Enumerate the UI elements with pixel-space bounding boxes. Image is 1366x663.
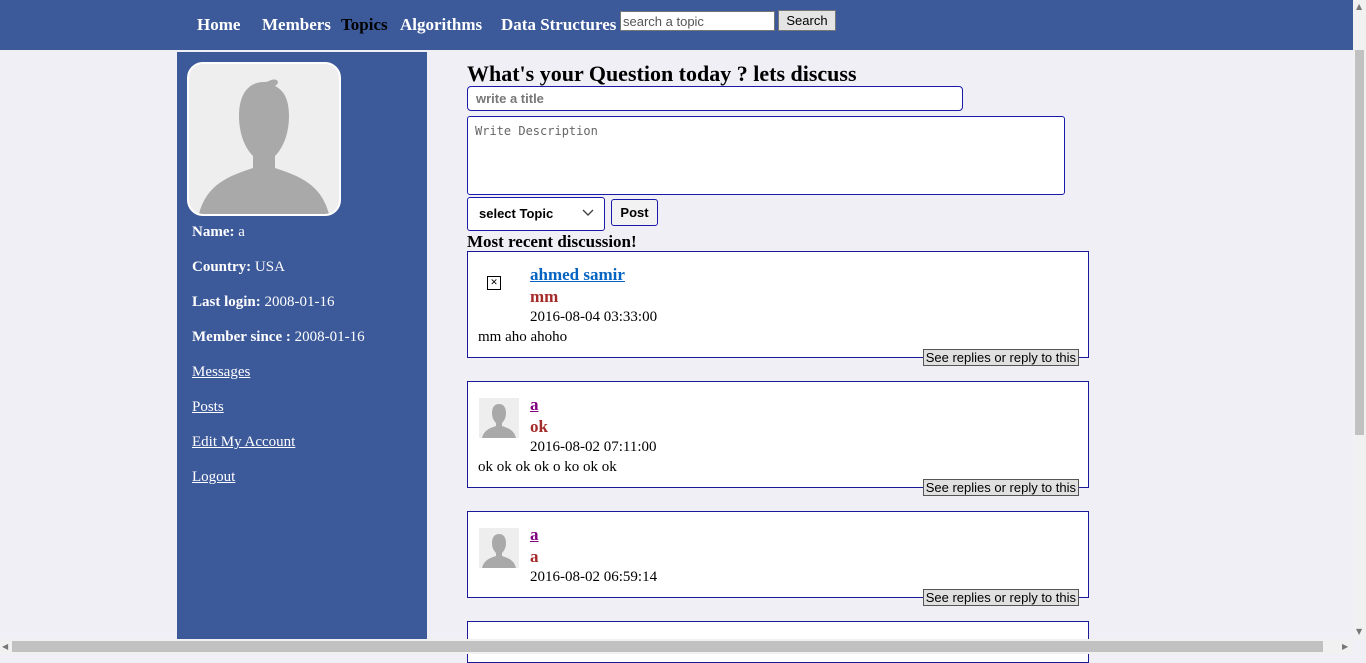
post-card: ✕ ahmed samir mm 2016-08-04 03:33:00 mm … xyxy=(467,251,1089,366)
reply-button[interactable]: See replies or reply to this xyxy=(922,349,1079,366)
horizontal-scroll-thumb[interactable] xyxy=(12,641,1323,652)
member-since-value: 2008-01-16 xyxy=(294,329,365,345)
post-body: ok ok ok ok o ko ok ok xyxy=(478,459,617,475)
scroll-right-arrow-icon[interactable]: ▶ xyxy=(1342,642,1348,651)
user-silhouette-icon xyxy=(479,528,519,568)
reply-button[interactable]: See replies or reply to this xyxy=(922,589,1079,606)
last-login-label: Last login: xyxy=(192,294,261,310)
search-input[interactable] xyxy=(620,11,775,31)
post-body: mm aho ahoho xyxy=(478,329,568,345)
country-label: Country: xyxy=(192,259,252,275)
topic-select[interactable]: select Topic xyxy=(467,197,605,231)
search-button[interactable]: Search xyxy=(778,10,836,31)
post-title: mm xyxy=(530,287,559,306)
profile-sidebar: Name: a Country: USA Last login: 2008-01… xyxy=(177,52,427,654)
logout-link[interactable]: Logout xyxy=(192,469,235,486)
broken-image-icon: ✕ xyxy=(487,276,501,290)
nav-algorithms[interactable]: Algorithms xyxy=(400,15,482,35)
profile-member-since: Member since : 2008-01-16 xyxy=(192,329,365,346)
post-button[interactable]: Post xyxy=(611,199,658,226)
user-silhouette-icon xyxy=(479,398,519,438)
member-since-label: Member since : xyxy=(192,329,291,345)
topic-select-value: select Topic xyxy=(479,206,554,221)
description-input[interactable] xyxy=(467,116,1065,195)
user-avatar xyxy=(187,62,341,216)
post-title: a xyxy=(530,547,539,566)
country-value: USA xyxy=(254,259,285,275)
post-author-link[interactable]: a xyxy=(530,525,539,545)
vertical-scroll-thumb[interactable] xyxy=(1355,50,1364,435)
nav-members[interactable]: Members xyxy=(262,15,331,35)
profile-last-login: Last login: 2008-01-16 xyxy=(192,294,335,311)
user-silhouette-icon xyxy=(189,64,339,214)
compose-heading: What's your Question today ? lets discus… xyxy=(467,61,857,86)
post-title: ok xyxy=(530,417,548,436)
post-author-link[interactable]: ahmed samir xyxy=(530,265,625,285)
feed-heading: Most recent discussion! xyxy=(467,232,637,251)
vertical-scrollbar[interactable]: ▲ ▼ xyxy=(1353,0,1366,639)
messages-link[interactable]: Messages xyxy=(192,364,250,381)
edit-account-link[interactable]: Edit My Account xyxy=(192,434,295,451)
name-value: a xyxy=(238,224,245,240)
profile-country: Country: USA xyxy=(192,259,285,276)
post-card: a a 2016-08-02 06:59:14 See replies or r… xyxy=(467,511,1089,606)
posts-link[interactable]: Posts xyxy=(192,399,224,416)
nav-data-structures[interactable]: Data Structures xyxy=(501,15,616,35)
post-card: a ok 2016-08-02 07:11:00 ok ok ok ok o k… xyxy=(467,381,1089,496)
nav-topics[interactable]: Topics xyxy=(341,15,388,35)
last-login-value: 2008-01-16 xyxy=(264,294,335,310)
scroll-up-arrow-icon[interactable]: ▲ xyxy=(1356,2,1362,11)
reply-button[interactable]: See replies or reply to this xyxy=(922,479,1079,496)
nav-home[interactable]: Home xyxy=(197,15,240,35)
post-author-link[interactable]: a xyxy=(530,395,539,415)
scroll-down-arrow-icon[interactable]: ▼ xyxy=(1356,627,1362,636)
scroll-left-arrow-icon[interactable]: ◀ xyxy=(2,642,8,651)
top-navbar: Home Members Topics Algorithms Data Stru… xyxy=(0,0,1366,50)
post-avatar xyxy=(479,398,519,438)
post-date: 2016-08-02 06:59:14 xyxy=(530,569,658,585)
horizontal-scrollbar[interactable]: ◀ ▶ xyxy=(0,639,1353,654)
post-date: 2016-08-02 07:11:00 xyxy=(530,439,657,455)
title-input[interactable] xyxy=(467,86,963,111)
chevron-down-icon xyxy=(582,209,594,216)
name-label: Name: xyxy=(192,224,235,240)
profile-name: Name: a xyxy=(192,224,245,241)
post-avatar xyxy=(479,528,519,568)
post-date: 2016-08-04 03:33:00 xyxy=(530,309,658,325)
